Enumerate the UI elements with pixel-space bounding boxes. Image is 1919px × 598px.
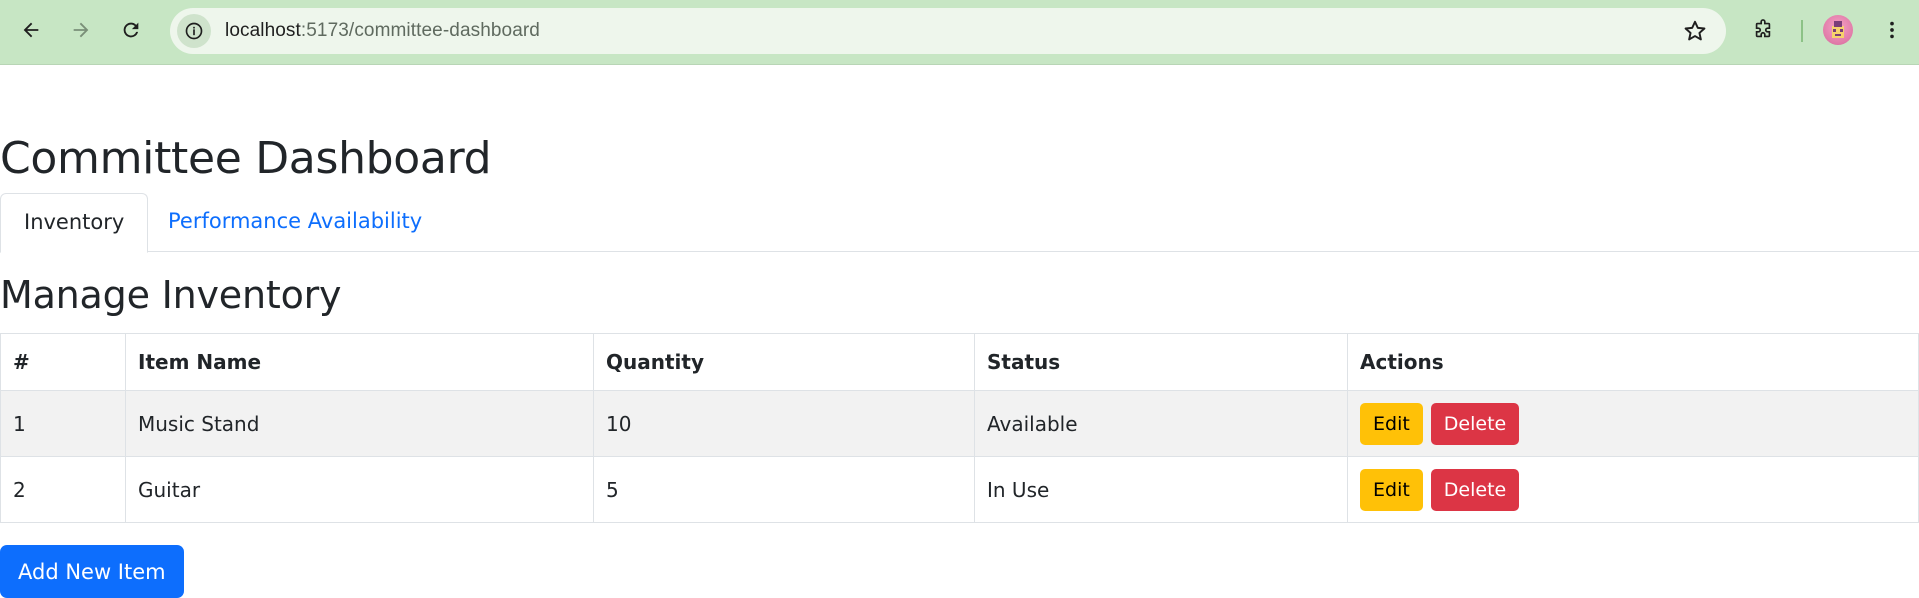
tab-bar: Inventory Performance Availability: [0, 193, 1919, 253]
column-header-status: Status: [974, 333, 1348, 391]
back-arrow-icon[interactable]: [13, 12, 49, 48]
address-bar[interactable]: localhost:5173/committee-dashboard: [170, 8, 1726, 54]
cell-quantity: 5: [593, 456, 975, 523]
delete-button[interactable]: Delete: [1430, 402, 1520, 445]
column-header-number: #: [0, 333, 126, 391]
cell-id: 1: [0, 390, 126, 457]
site-info-icon[interactable]: [177, 14, 211, 48]
tab-performance-availability[interactable]: Performance Availability: [145, 193, 445, 250]
toolbar-divider: [1801, 20, 1803, 42]
column-header-actions: Actions: [1347, 333, 1919, 391]
column-header-item-name: Item Name: [125, 333, 594, 391]
cell-status: Available: [974, 390, 1348, 457]
column-header-quantity: Quantity: [593, 333, 975, 391]
cell-actions: Edit Delete: [1347, 456, 1919, 523]
star-icon[interactable]: [1682, 18, 1708, 44]
table-row: 2 Guitar 5 In Use Edit Delete: [0, 456, 1919, 523]
forward-arrow-icon[interactable]: [63, 12, 99, 48]
url-host: localhost: [225, 20, 301, 41]
cell-item-name: Music Stand: [125, 390, 594, 457]
table-row: 1 Music Stand 10 Available Edit Delete: [0, 390, 1919, 457]
cell-id: 2: [0, 456, 126, 523]
url-text[interactable]: localhost:5173/committee-dashboard: [225, 20, 540, 42]
url-path: :5173/committee-dashboard: [300, 20, 540, 41]
table-header-row: # Item Name Quantity Status Actions: [0, 333, 1919, 391]
delete-button[interactable]: Delete: [1430, 468, 1520, 511]
edit-button[interactable]: Edit: [1360, 402, 1423, 445]
kebab-menu-icon[interactable]: [1874, 12, 1910, 48]
inventory-table: # Item Name Quantity Status Actions 1 Mu…: [0, 333, 1919, 523]
cell-item-name: Guitar: [125, 456, 594, 523]
puzzle-icon[interactable]: [1745, 12, 1781, 48]
tab-inventory[interactable]: Inventory: [0, 193, 149, 253]
cell-status: In Use: [974, 456, 1348, 523]
reload-icon[interactable]: [113, 12, 149, 48]
section-title: Manage Inventory: [0, 273, 342, 317]
cell-actions: Edit Delete: [1347, 390, 1919, 457]
page-title: Committee Dashboard: [0, 133, 492, 184]
cell-quantity: 10: [593, 390, 975, 457]
profile-avatar[interactable]: [1823, 15, 1853, 45]
add-new-item-button[interactable]: Add New Item: [0, 545, 184, 598]
edit-button[interactable]: Edit: [1360, 468, 1423, 511]
browser-toolbar: localhost:5173/committee-dashboard: [0, 0, 1919, 65]
